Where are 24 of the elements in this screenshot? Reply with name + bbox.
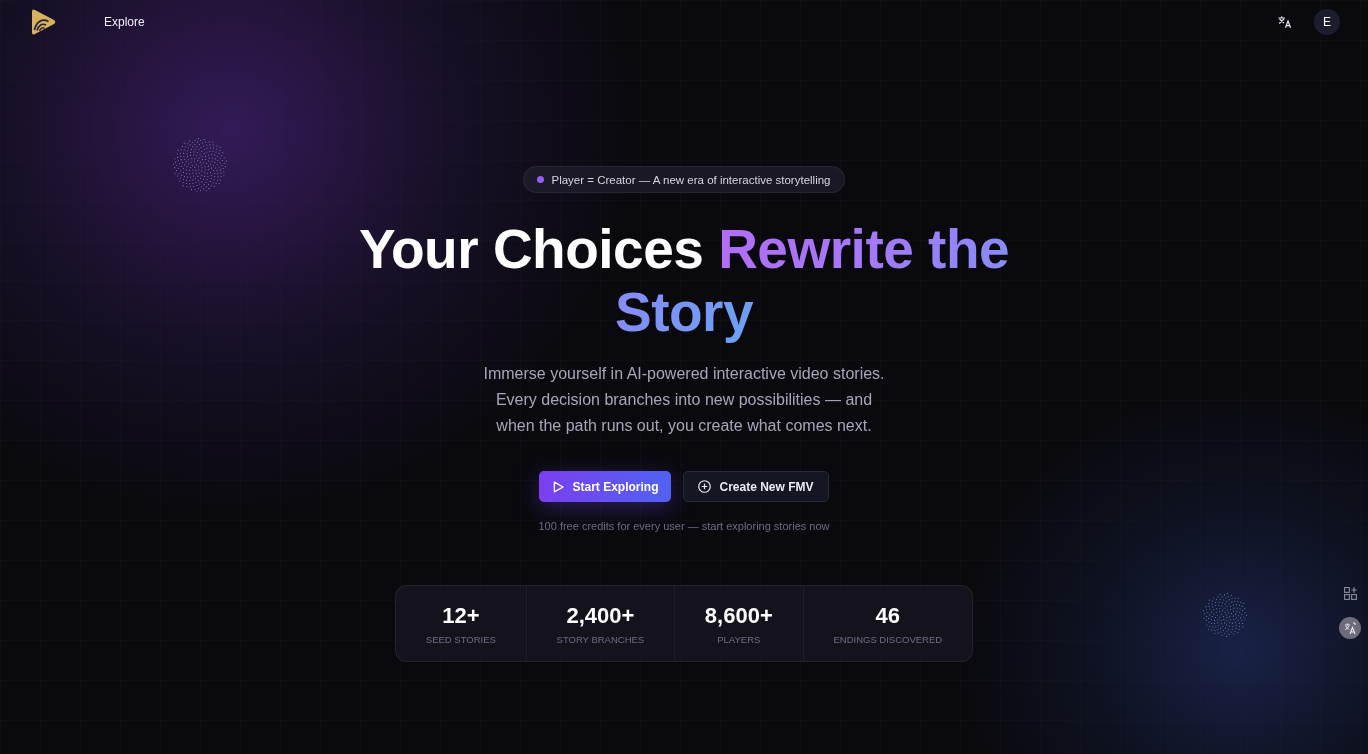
stat-value: 8,600+ bbox=[704, 602, 773, 630]
play-icon bbox=[553, 480, 565, 493]
hero-subtitle: Immerse yourself in AI-powered interactive video stories. Every decision branches into new possibilities — and when the path runs out, you create what comes next. bbox=[483, 364, 885, 436]
translate-icon[interactable] bbox=[1339, 617, 1361, 639]
stat-value: 2,400+ bbox=[566, 602, 635, 630]
translate-icon[interactable] bbox=[1278, 16, 1292, 28]
nav-link[interactable]: Explore bbox=[104, 15, 145, 29]
stat-label: STORY BRANCHES bbox=[556, 633, 645, 647]
create-button[interactable]: Create New FMV bbox=[683, 471, 829, 502]
stat-value: 12+ bbox=[442, 602, 480, 630]
stat-label: SEED STORIES bbox=[425, 633, 496, 647]
badge-text: Player = Creator — A new era of interactive storytelling bbox=[551, 173, 831, 186]
dot-cluster-icon bbox=[173, 138, 227, 192]
dot-icon bbox=[537, 176, 545, 183]
credits-note: 100 free credits for every user — start exploring stories now bbox=[538, 519, 830, 534]
stat-label: ENDINGS DISCOVERED bbox=[833, 633, 943, 647]
dot-cluster-icon bbox=[1203, 593, 1247, 637]
avatar-button[interactable]: E bbox=[1314, 9, 1340, 35]
logo-icon[interactable] bbox=[30, 8, 56, 36]
plus-circle-icon bbox=[698, 480, 712, 493]
stat-label: PLAYERS bbox=[717, 633, 761, 647]
stat-value: 46 bbox=[875, 602, 901, 630]
start-button[interactable]: Start Exploring bbox=[539, 471, 672, 502]
apps-add-icon[interactable] bbox=[1343, 587, 1357, 600]
